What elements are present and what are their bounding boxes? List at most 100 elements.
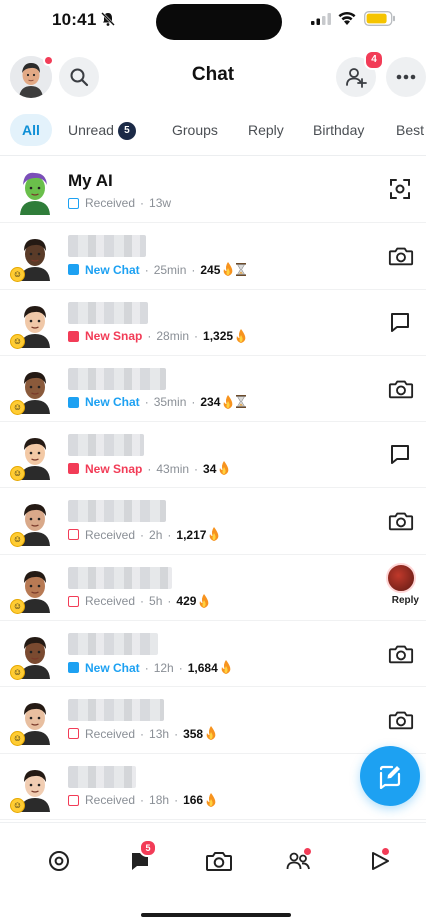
chat-unread-badge: 5 [139, 839, 157, 857]
chat-status-line: Received · 18h · 166 [68, 792, 217, 808]
separator-dot: · [174, 793, 179, 808]
tab-reply[interactable]: Reply [248, 114, 284, 146]
chat-time: 43min [156, 461, 190, 476]
chat-time: 35min [153, 395, 187, 410]
chat-row[interactable]: My AI Received · 13w [0, 157, 426, 224]
separator-dot: · [147, 329, 152, 344]
reply-label[interactable]: Reply [392, 595, 419, 606]
chat-bubble-icon[interactable] [388, 442, 414, 468]
separator-dot: · [194, 461, 199, 476]
redacted-name [68, 301, 148, 324]
status-square-icon [68, 396, 79, 408]
separator-dot: · [140, 196, 145, 210]
chat-row[interactable]: ☺ New Snap · 28min · 1,325 [0, 290, 426, 356]
separator-dot: · [191, 262, 196, 277]
chat-status: Received [85, 793, 136, 808]
redacted-name [68, 367, 166, 390]
chat-status-line: New Snap · 28min · 1,325 [68, 328, 247, 344]
redacted-name [68, 566, 172, 589]
camera-icon[interactable] [388, 376, 414, 402]
chat-time: 13w [149, 196, 172, 210]
nav-spotlight[interactable] [364, 845, 396, 877]
fire-streak-icon [220, 262, 234, 277]
tab-all[interactable]: All [10, 114, 52, 146]
status-bar: 10:41 [0, 0, 426, 44]
chat-status-line: New Snap · 43min · 34 [68, 461, 230, 476]
chat-status: New Snap [85, 329, 143, 344]
status-square-icon [68, 662, 79, 674]
hourglass-icon [234, 395, 247, 409]
friend-requests-badge: 4 [364, 50, 384, 70]
separator-dot: · [178, 660, 183, 675]
status-square-icon [68, 330, 79, 342]
streak-count: 1,325 [203, 329, 234, 344]
chat-status: Received [85, 594, 136, 609]
scan-icon[interactable] [388, 177, 414, 203]
fire-streak-icon [233, 328, 247, 344]
chat-time: 2h [149, 527, 163, 542]
streak-count: 34 [203, 461, 217, 476]
nav-map[interactable] [43, 845, 75, 877]
separator-dot: · [194, 329, 199, 344]
camera-icon[interactable] [388, 243, 414, 269]
redacted-name [68, 235, 146, 258]
camera-icon [206, 852, 232, 871]
separator-dot: · [147, 461, 152, 476]
chat-row[interactable]: ☺ Received · 5h · 429 Reply [0, 555, 426, 622]
streak-count: 358 [183, 726, 204, 741]
smiley-icon: ☺ [10, 665, 25, 681]
bitmoji-avatar-icon [20, 172, 50, 215]
chat-row[interactable]: ☺ Received · 2h · 1,217 [0, 488, 426, 555]
more-options-button[interactable] [386, 57, 426, 97]
separator-dot: · [144, 395, 149, 410]
tab-unread[interactable]: Unread 5 [68, 114, 136, 146]
fire-streak-icon [196, 593, 210, 609]
separator-dot: · [140, 527, 145, 542]
new-chat-button[interactable] [360, 746, 420, 806]
nav-camera[interactable] [203, 845, 235, 877]
redacted-name [68, 434, 144, 457]
camera-icon[interactable] [388, 707, 414, 733]
camera-icon[interactable] [388, 508, 414, 534]
chat-row[interactable]: ☺ Received · 13h · 358 [0, 687, 426, 754]
dynamic-island [156, 4, 282, 40]
chat-status-line: Received · 13h · 358 [68, 726, 217, 741]
chat-time: 25min [153, 262, 187, 277]
redacted-name [68, 699, 164, 722]
chat-status: New Chat [85, 660, 140, 675]
chat-bubble-icon[interactable] [388, 310, 414, 336]
chat-row[interactable]: ☺ New Chat · 25min · 245 [0, 223, 426, 290]
chat-status: Received [85, 527, 136, 542]
separator-dot: · [140, 726, 145, 741]
filter-tabs: All Unread 5 Groups Reply Birthday Best [0, 114, 426, 148]
chat-row[interactable]: ☺ New Snap · 43min · 34 [0, 422, 426, 489]
status-square-icon [68, 463, 79, 475]
chat-time: 28min [156, 329, 190, 344]
tab-groups[interactable]: Groups [172, 114, 218, 146]
separator-dot: · [140, 793, 145, 808]
chat-row[interactable]: ☺ New Chat · 12h · 1,684 [0, 621, 426, 688]
hourglass-icon [234, 262, 247, 277]
streak-count: 245 [200, 262, 221, 277]
separator-dot: · [174, 726, 179, 741]
tab-best[interactable]: Best [396, 114, 424, 146]
camera-icon[interactable] [388, 641, 414, 667]
status-square-icon [68, 197, 79, 209]
battery-icon [364, 11, 395, 26]
tab-birthday[interactable]: Birthday [313, 114, 364, 146]
smiley-icon: ☺ [10, 333, 25, 349]
fire-streak-icon [218, 660, 232, 675]
streak-count: 429 [176, 594, 197, 609]
streak-count: 234 [200, 395, 221, 410]
tab-unread-label: Unread [68, 122, 114, 138]
map-icon [49, 851, 69, 871]
chat-row[interactable]: ☺ New Chat · 35min · 234 [0, 356, 426, 423]
streak-count: 1,684 [187, 660, 218, 675]
chat-time: 12h [153, 660, 174, 675]
friend-avatar[interactable] [10, 165, 60, 215]
header: Chat 4 [0, 50, 426, 104]
reply-story-thumbnail[interactable] [386, 562, 416, 593]
smiley-icon: ☺ [10, 598, 25, 614]
more-horizontal-icon [396, 74, 416, 80]
chat-status-line: New Chat · 25min · 245 [68, 262, 247, 277]
